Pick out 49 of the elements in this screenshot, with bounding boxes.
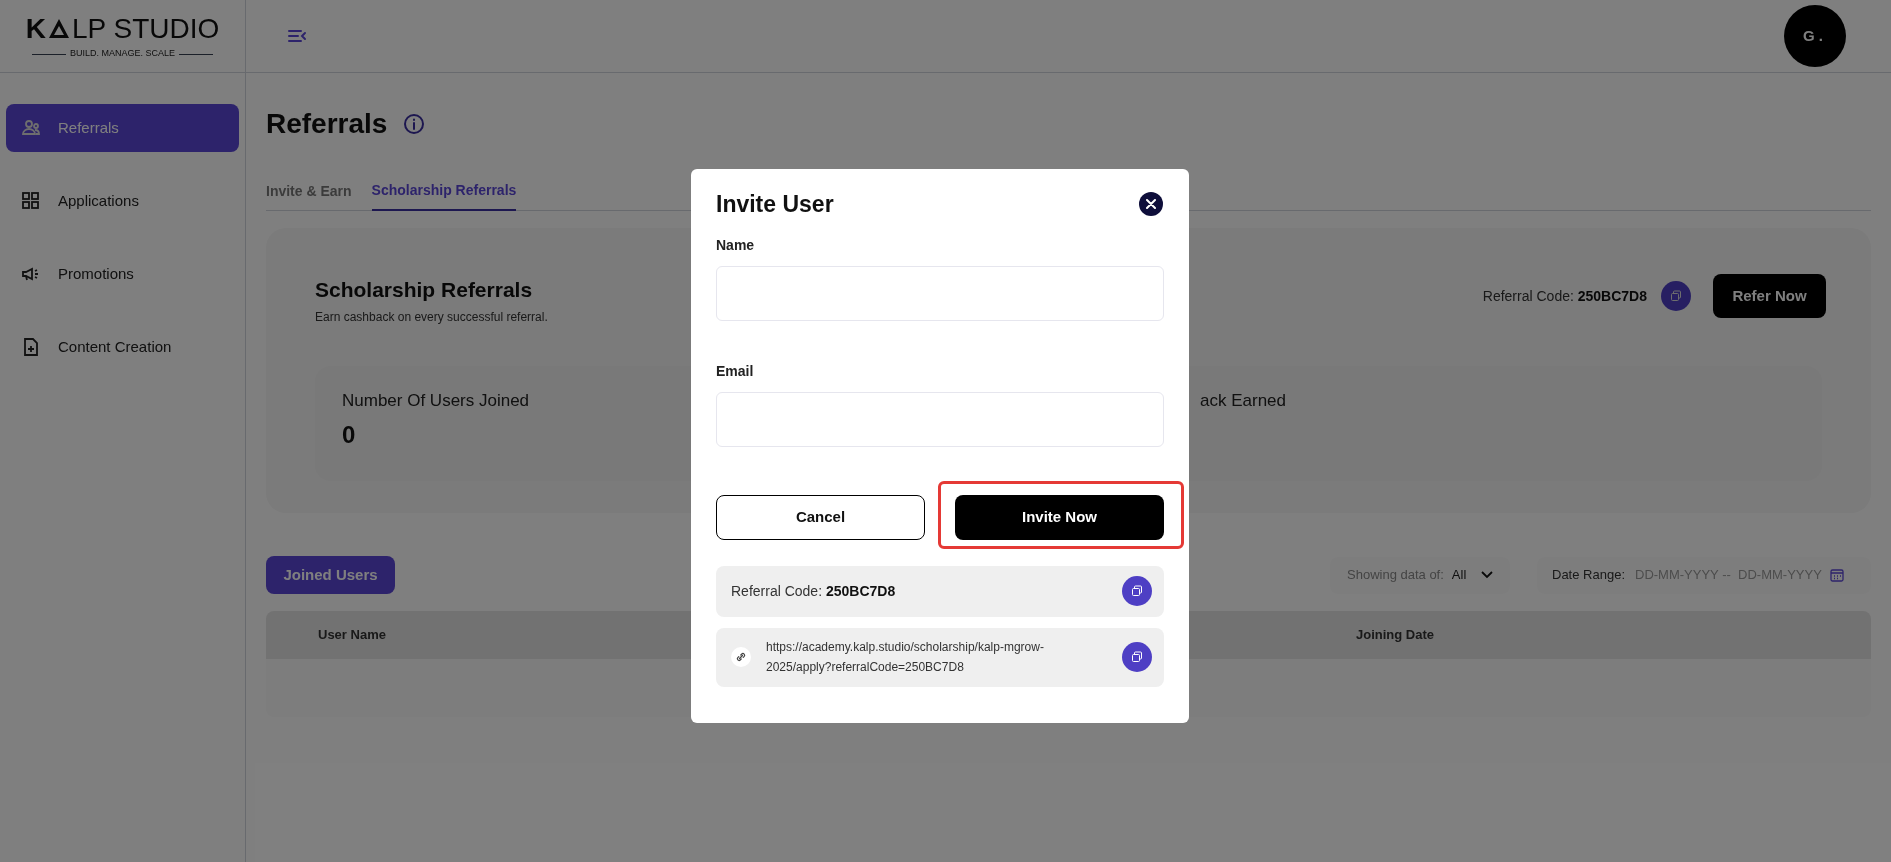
grid-icon (21, 191, 41, 211)
logo-text: K (25, 15, 46, 44)
referral-code: Referral Code: 250BC7D8 (1482, 286, 1647, 306)
referral-code: Referral Code: 250BC7D8 (731, 581, 896, 601)
input-field[interactable] (716, 265, 1164, 321)
sidebar-item[interactable]: Content Creation (6, 323, 239, 371)
info-icon[interactable] (403, 113, 426, 135)
date-range-label: Date Range: (1552, 566, 1625, 585)
refer-now-button[interactable]: Refer Now (1713, 274, 1826, 318)
copy-button[interactable] (1122, 576, 1152, 606)
chevron-down-icon (1481, 571, 1493, 579)
sidebar-item[interactable]: Referrals (6, 104, 239, 152)
users-icon (21, 118, 41, 138)
column-header: User Name (318, 626, 386, 645)
stat-label: Number Of Users Joined (342, 389, 530, 412)
logo-text: LP STUDIO (71, 15, 220, 44)
close-icon (1146, 199, 1156, 210)
card-subtitle: Earn cashback on every successful referral. (315, 308, 548, 326)
cancel-button[interactable]: Cancel (716, 494, 925, 540)
sidebar-item[interactable]: Promotions (6, 250, 239, 298)
copy-button[interactable] (1122, 642, 1152, 672)
avatar[interactable]: G. (1784, 5, 1846, 67)
joined-users-button[interactable]: Joined Users (266, 556, 395, 594)
column-header: Joining Date (1356, 626, 1434, 645)
tab[interactable]: Scholarship Referrals (371, 171, 517, 211)
referral-link[interactable]: https://academy.kalp.studio/scholarship/kalp-mgrow-2025/apply?referralCode=250BC7D8 (766, 637, 1066, 677)
stat-value: 0 (342, 420, 356, 450)
tab[interactable]: Invite & Earn (266, 171, 352, 211)
copy-icon (1131, 651, 1143, 663)
copy-icon (1670, 290, 1682, 302)
sidebar-item[interactable]: Applications (6, 177, 239, 225)
input-field[interactable] (716, 391, 1164, 447)
menu-icon[interactable] (287, 28, 307, 44)
filter-value: All (1451, 566, 1467, 585)
dialog-title: Invite User (716, 190, 834, 219)
field-label: Name (716, 235, 756, 255)
calendar-icon[interactable] (1830, 568, 1844, 582)
field-label: Email (716, 361, 755, 381)
copy-icon (1131, 585, 1143, 597)
card-title: Scholarship Referrals (315, 277, 534, 303)
copy-button[interactable] (1661, 281, 1691, 311)
page-title: Referrals (266, 107, 388, 141)
file-plus-icon (21, 337, 41, 357)
logo-tagline: BUILD. MANAGE. SCALE (70, 47, 175, 61)
filter-label: Showing data of: (1347, 566, 1444, 585)
invite-now-button[interactable]: Invite Now (955, 494, 1164, 540)
link-icon (731, 647, 751, 667)
close-button[interactable] (1139, 192, 1163, 217)
stat-label: ack Earned (1200, 389, 1286, 412)
